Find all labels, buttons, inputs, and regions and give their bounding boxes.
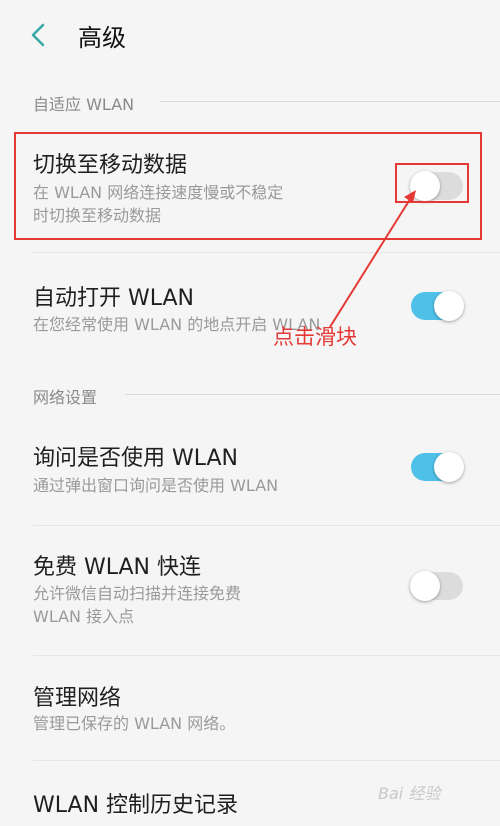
chevron-left-icon bbox=[31, 23, 45, 47]
section-divider bbox=[125, 394, 500, 395]
auto-open-title: 自动打开 WLAN bbox=[33, 286, 195, 311]
free-wlan-desc-line1: 允许微信自动扫描并连接免费 bbox=[33, 584, 242, 603]
free-wlan-title: 免费 WLAN 快连 bbox=[33, 555, 202, 580]
ask-use-toggle[interactable] bbox=[411, 452, 464, 482]
app-bar: 高级 bbox=[0, 0, 500, 68]
free-wlan-desc-line2: WLAN 接入点 bbox=[33, 607, 135, 626]
toggle-knob bbox=[434, 291, 464, 321]
watermark: Bai 经验 bbox=[378, 784, 441, 803]
ask-use-title: 询问是否使用 WLAN bbox=[33, 446, 239, 471]
toggle-knob bbox=[410, 571, 440, 601]
section-title-adaptive: 自适应 WLAN bbox=[33, 95, 135, 114]
row-divider bbox=[33, 760, 500, 761]
section-title-network: 网络设置 bbox=[33, 388, 98, 407]
ask-use-desc: 通过弹出窗口询问是否使用 WLAN bbox=[33, 476, 279, 495]
row-divider bbox=[33, 252, 500, 253]
row-divider bbox=[33, 525, 500, 526]
manage-networks-title[interactable]: 管理网络 bbox=[33, 680, 121, 712]
annotation-label: 点击滑块 bbox=[273, 325, 357, 349]
row-divider bbox=[33, 655, 500, 656]
toggle-knob bbox=[434, 452, 464, 482]
free-wlan-toggle[interactable] bbox=[410, 571, 463, 601]
annotation-toggle-box bbox=[395, 163, 469, 203]
wlan-history-title[interactable]: WLAN 控制历史记录 bbox=[33, 787, 238, 819]
page-title: 高级 bbox=[78, 24, 126, 52]
auto-open-toggle[interactable] bbox=[411, 291, 464, 321]
manage-networks-desc: 管理已保存的 WLAN 网络。 bbox=[33, 714, 236, 733]
back-button[interactable] bbox=[28, 22, 48, 48]
section-divider bbox=[160, 101, 500, 102]
